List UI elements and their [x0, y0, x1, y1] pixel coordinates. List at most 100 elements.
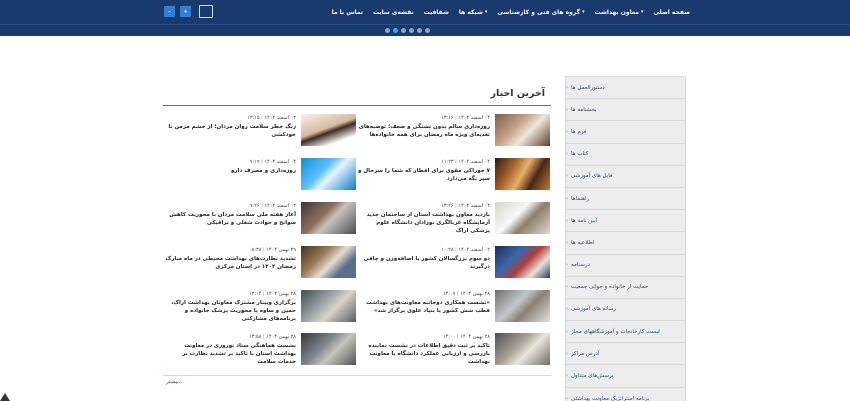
news-item[interactable]: ۲۸ بهمن ۱۴۰۴ | ۱۴:۰۰ تاکید بر ثبت دقیق اط… [358, 333, 550, 369]
sidebar-item[interactable]: کتاب ها ‹ [566, 144, 685, 166]
nav-health-deputy[interactable]: معاون بهداشت ▾ [595, 9, 644, 16]
news-item[interactable]: ۲۸ بهمن ۱۴۰۴ | ۱۳:۵۸ نشست هماهنگی ستاد نو… [164, 333, 356, 369]
sidebar-item[interactable]: فایل های آموزشی ‹ [566, 166, 685, 188]
news-date: ۰۴ اسفند ۱۴۰۴ [458, 203, 490, 209]
news-time: ۰۸:۳۸ [248, 247, 262, 253]
more-news-link[interactable]: بیشتر... [166, 379, 184, 385]
nav-label: شبکه ها [458, 8, 483, 16]
slider-dots [385, 28, 430, 33]
sidebar-item[interactable]: راهنماها ‹ [566, 188, 685, 211]
nav-networks[interactable]: شبکه ها ▾ [459, 9, 488, 16]
news-headline[interactable]: بازدید معاون بهداشت استان از ساختمان جدی… [358, 211, 490, 235]
sidebar-item[interactable]: رسانه های آموزشی ‹ [566, 299, 685, 322]
nav-contact[interactable]: تماس با ما [332, 9, 363, 16]
news-item[interactable]: ۰۴ اسفند ۱۴۰۴ | ۱۳:۱۵ زنگ خطر سلامت روان … [164, 114, 356, 150]
news-datetime: ۰۴ اسفند ۱۴۰۴ | ۱۳:۱۵ [247, 115, 296, 121]
nav-technical-groups[interactable]: گروه های فنی و کارشناسی ▾ [497, 9, 584, 16]
news-thumbnail[interactable] [301, 333, 356, 365]
news-item[interactable]: ۰۴ اسفند ۱۴۰۴ | ۱۳:۲۶ بازدید معاون بهداشت… [358, 202, 550, 238]
chevron-left-icon: ‹ [566, 262, 568, 269]
news-headline[interactable]: «نشست همکاری دوجانبه معاونت‌های بهداشت ق… [358, 299, 490, 315]
toggle-button[interactable] [199, 5, 213, 18]
news-datetime: ۰۴ اسفند ۱۴۰۴ | ۷:۲۶ [250, 203, 296, 209]
news-headline[interactable]: آغاز هفته ملی سلامت مردان با محوریت کاهش… [164, 211, 296, 227]
sidebar-item[interactable]: اطلاعیه ها ‹ [566, 232, 685, 255]
nav-sitemap[interactable]: نقشه‌ی سایت [373, 9, 414, 16]
nav-transparency[interactable]: شفافیت [424, 9, 449, 16]
news-time: ۱۳:۱۵ [247, 115, 260, 121]
sidebar-item-label: بخشنامه ها [571, 106, 597, 113]
news-thumbnail[interactable] [495, 290, 550, 322]
sidebar-item[interactable]: درسنامه ‹ [566, 255, 685, 277]
chevron-left-icon: ‹ [566, 217, 568, 224]
slider-dot[interactable] [409, 28, 414, 33]
news-item[interactable]: ۲۸ بهمن ۱۴۰۴ | ۱۴:۰۷ «نشست همکاری دوجانبه… [358, 290, 550, 326]
slider-dot[interactable] [385, 28, 390, 33]
slider-dot[interactable] [401, 28, 406, 33]
news-thumbnail[interactable] [495, 114, 550, 146]
news-item[interactable]: ۰۴ اسفند ۱۴۰۴ | ۷:۱۹ روزه‌داری و مصرف دار… [164, 158, 356, 194]
news-item[interactable]: ۰۴ اسفند ۱۴۰۴ | ۱۱:۲۳ ۷ خوراکی مقوی برای … [358, 158, 550, 194]
caret-down-icon: ▾ [582, 9, 585, 15]
sidebar-item-label: پرسش‌های متداول [571, 373, 614, 380]
nav-home[interactable]: صفحه اصلی [653, 9, 690, 16]
news-datetime: ۰۴ اسفند ۱۴۰۴ | ۱۳:۱۶ [441, 115, 490, 121]
news-datetime: ۲۸ بهمن ۱۴۰۴ | ۱۴:۰۰ [443, 334, 490, 340]
sidebar-item[interactable]: آدرس مراکز ‹ [566, 343, 685, 366]
news-date: ۲۸ بهمن ۱۴۰۴ [266, 291, 296, 297]
news-date: ۲۹ بهمن ۱۴۰۴ [266, 247, 296, 253]
slider-dot[interactable] [393, 28, 398, 33]
news-date: ۰۲ اسفند ۱۴۰۴ [458, 247, 490, 253]
main-menu: صفحه اصلی معاون بهداشت ▾ گروه های فنی و ک… [332, 0, 690, 24]
news-headline[interactable]: برگزاری وبینار مشترک معاونان بهداشت اراک… [164, 299, 296, 323]
news-headline[interactable]: دو سوم بزرگسالان کشور با اضافه‌وزن و چاق… [358, 255, 490, 271]
sidebar-menu: دستورالعمل ها ‹ بخشنامه ها ‹ فرم ها ‹ کتاب ها ‹… [565, 76, 686, 401]
news-headline[interactable]: روزه‌داری سالم بدون تشنگی و ضعف؛ توصیه‌ه… [358, 123, 490, 139]
news-thumbnail[interactable] [301, 290, 356, 322]
news-thumbnail[interactable] [495, 202, 550, 234]
sidebar-item[interactable]: برنامه استراتژیک معاونت بهداشتی ‹ [566, 388, 685, 401]
chevron-left-icon: ‹ [566, 350, 568, 357]
sidebar-item-label: کتاب ها [571, 151, 589, 158]
news-thumbnail[interactable] [301, 202, 356, 234]
news-item[interactable]: ۰۴ اسفند ۱۴۰۴ | ۱۳:۱۶ روزه‌داری سالم بدون… [358, 114, 550, 150]
sidebar-item[interactable]: پرسش‌های متداول ‹ [566, 365, 685, 388]
sidebar-item-label: اطلاعیه ها [571, 239, 595, 246]
news-item[interactable]: ۲۸ بهمن ۱۴۰۴ | ۱۳:۰۴ برگزاری وبینار مشترک… [164, 290, 356, 326]
chevron-left-icon: ‹ [566, 373, 568, 380]
nav-label: صفحه اصلی [653, 8, 690, 16]
scroll-top-icon[interactable] [0, 393, 10, 401]
font-decrease-button[interactable]: - [164, 6, 175, 17]
news-headline[interactable]: تاکید بر ثبت دقیق اطلاعات در نشست نمایند… [358, 342, 490, 366]
news-item[interactable]: ۲۹ بهمن ۱۴۰۴ | ۰۸:۳۸ تشدید نظارت‌های بهدا… [164, 246, 356, 282]
sidebar-item[interactable]: حمایت از خانواده و جوانی جمعیت ‹ [566, 277, 685, 299]
news-item[interactable]: ۰۲ اسفند ۱۴۰۴ | ۱۰:۲۸ دو سوم بزرگسالان کش… [358, 246, 550, 282]
news-headline[interactable]: تشدید نظارت‌های بهداشت محیطی در ماه مبار… [164, 255, 296, 271]
sidebar-item[interactable]: آیین نامه ها ‹ [566, 210, 685, 233]
slider-dot[interactable] [425, 28, 430, 33]
sidebar-item[interactable]: بخشنامه ها ‹ [566, 99, 685, 122]
news-headline[interactable]: ۷ خوراکی مقوی برای افطار که شما را سرحال… [358, 167, 490, 183]
news-thumbnail[interactable] [495, 246, 550, 278]
news-datetime: ۲۸ بهمن ۱۴۰۴ | ۱۳:۵۸ [249, 334, 296, 340]
chevron-left-icon: ‹ [566, 328, 568, 335]
news-time: ۱۴:۰۷ [442, 291, 456, 297]
caret-down-icon: ▾ [484, 9, 488, 15]
sidebar-item-label: برنامه استراتژیک معاونت بهداشتی [571, 395, 650, 401]
news-thumbnail[interactable] [495, 333, 550, 365]
news-thumbnail[interactable] [301, 246, 356, 278]
sidebar-item[interactable]: دستورالعمل ها ‹ [566, 77, 685, 100]
news-headline[interactable]: نشست هماهنگی ستاد نوروزی در معاونت بهداش… [164, 342, 296, 366]
sidebar-item[interactable]: فرم ها ‹ [566, 121, 685, 144]
news-time: ۱۳:۵۸ [248, 334, 262, 340]
news-headline[interactable]: روزه‌داری و مصرف دارو [164, 167, 296, 175]
sidebar-item[interactable]: لیست کارخانجات و آموزشگاههای مجاز ‹ [566, 321, 685, 344]
font-increase-button[interactable]: + [180, 6, 191, 17]
news-thumbnail[interactable] [301, 158, 356, 190]
news-datetime: ۰۲ اسفند ۱۴۰۴ | ۱۰:۲۸ [441, 247, 490, 253]
news-thumbnail[interactable] [495, 158, 550, 190]
news-item[interactable]: ۰۴ اسفند ۱۴۰۴ | ۷:۲۶ آغاز هفته ملی سلامت … [164, 202, 356, 238]
slider-dot[interactable] [417, 28, 422, 33]
news-thumbnail[interactable] [301, 114, 356, 146]
news-headline[interactable]: زنگ خطر سلامت روان مردان؛ از خشم مزمن تا… [164, 123, 296, 139]
